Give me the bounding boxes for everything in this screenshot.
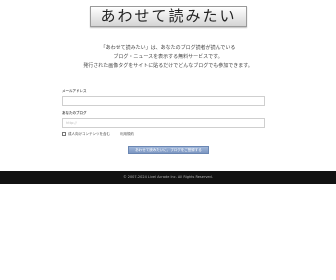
copyright-text: © 2007-2024 Livel Acrade Inc. All Rights…: [123, 175, 213, 179]
blog-url-input[interactable]: [62, 118, 265, 128]
email-label: メールアドレス: [62, 89, 87, 93]
intro-line-3: 発行された画像タグをサイトに貼るだけでどんなブログでも参加できます。: [83, 63, 253, 69]
blog-label: あなたのブログ: [62, 111, 87, 115]
site-logo[interactable]: あわせて読みたい: [90, 6, 247, 27]
options-row: 成人向けコンテンツを含む 利用規約: [62, 131, 134, 137]
adult-content-label[interactable]: 成人向けコンテンツを含む: [68, 132, 110, 137]
email-input[interactable]: [62, 96, 265, 106]
intro-text: 「あわせて読みたい」は、あなたのブログ読者が読んでいる ブログ・ニュースを表示す…: [0, 44, 336, 71]
intro-line-2: ブログ・ニュースを表示する無料サービスです。: [113, 54, 223, 60]
footer: © 2007-2024 Livel Acrade Inc. All Rights…: [0, 171, 336, 184]
register-button[interactable]: あわせて読みたいに、ブログをご登録する: [128, 146, 209, 154]
intro-line-1: 「あわせて読みたい」は、あなたのブログ読者が読んでいる: [100, 45, 236, 51]
logo-text: あわせて読みたい: [100, 7, 237, 25]
adult-content-checkbox[interactable]: [62, 132, 66, 136]
terms-link[interactable]: 利用規約: [120, 132, 134, 137]
